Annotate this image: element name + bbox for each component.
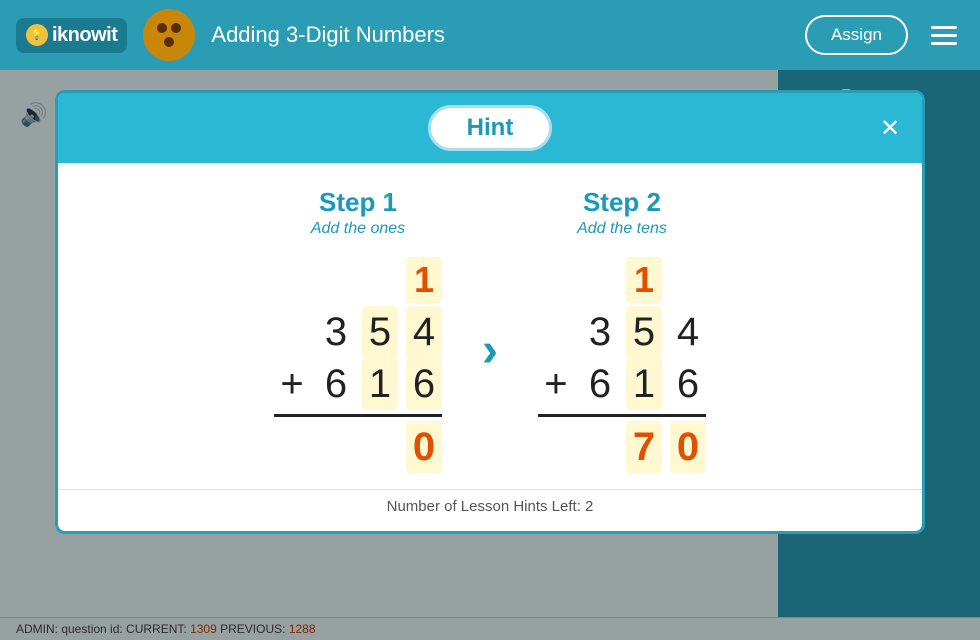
top-ones: 4	[406, 306, 442, 358]
result-row-2: 7 0	[538, 421, 706, 473]
carry-tens-placeholder	[362, 254, 398, 306]
top-tens: 5	[362, 306, 398, 358]
avatar-dot	[157, 23, 167, 33]
avatar-dots	[157, 23, 181, 47]
hamburger-line	[931, 42, 957, 45]
bottom2-ones: 6	[670, 358, 706, 410]
carry2-tens: 1	[626, 257, 662, 304]
step2-math: 1 3 5 4 + 6 1	[538, 254, 706, 473]
carry-ones: 1	[406, 257, 442, 304]
step2-title: Step 2	[583, 187, 661, 218]
math-line	[274, 414, 442, 417]
chevron-right-icon: ›	[482, 323, 498, 378]
modal-overlay: Hint ✕ Step 1 Add the ones 1	[0, 70, 980, 640]
plus-sign: +	[274, 358, 310, 410]
top2-ones: 4	[670, 306, 706, 358]
result2-ones: 0	[670, 421, 706, 473]
result-tens-blank	[362, 421, 398, 473]
logo-wrap: 💡 iknowit	[16, 18, 127, 53]
step1-block: Step 1 Add the ones 1 3 5	[274, 187, 442, 473]
bottom-hundreds: 6	[318, 358, 354, 410]
hints-remaining-text: Number of Lesson Hints Left: 2	[387, 498, 594, 515]
result2-tens: 7	[626, 421, 662, 473]
bottom2-tens: 1	[626, 358, 662, 410]
hamburger-menu-button[interactable]	[924, 15, 964, 55]
logo-lightbulb-icon: 💡	[26, 24, 48, 46]
step2-subtitle: Add the tens	[577, 220, 667, 238]
logo-box: 💡 iknowit	[16, 18, 127, 53]
step1-title: Step 1	[319, 187, 397, 218]
modal-footer: Number of Lesson Hints Left: 2	[58, 489, 922, 531]
carry-row-2: 1	[538, 254, 706, 306]
main-area: 🔊 354 + 616 = Progress 3/15 Hint ✕	[0, 70, 980, 640]
modal-body: Step 1 Add the ones 1 3 5	[58, 163, 922, 489]
bottom2-hundreds: 6	[582, 358, 618, 410]
assign-button[interactable]: Assign	[805, 15, 908, 55]
bottom-number-row-2: + 6 1 6	[538, 358, 706, 410]
carry-hundreds-placeholder	[318, 254, 354, 306]
top-number-row: 3 5 4	[274, 306, 442, 358]
result-ones: 0	[406, 421, 442, 473]
carry2-ones-placeholder	[670, 254, 706, 306]
carry-row: 1	[274, 254, 442, 306]
logo-text: iknowit	[52, 24, 117, 47]
avatar	[143, 9, 195, 61]
step1-subtitle: Add the ones	[311, 220, 405, 238]
avatar-dot	[164, 37, 174, 47]
top2-hundreds: 3	[582, 306, 618, 358]
step1-math: 1 3 5 4 + 6 1 6	[274, 254, 442, 473]
result2-hundreds-blank	[582, 421, 618, 473]
top2-tens: 5	[626, 306, 662, 358]
bottom-tens: 1	[362, 358, 398, 410]
hamburger-line	[931, 26, 957, 29]
hamburger-line	[931, 34, 957, 37]
header: 💡 iknowit Adding 3-Digit Numbers Assign	[0, 0, 980, 70]
plus-sign-2: +	[538, 358, 574, 410]
hint-badge: Hint	[428, 105, 553, 151]
bottom-number-row: + 6 1 6	[274, 358, 442, 410]
result-row: 0	[274, 421, 442, 473]
top-number-row-2: 3 5 4	[538, 306, 706, 358]
lesson-title: Adding 3-Digit Numbers	[211, 22, 805, 48]
result-hundreds-blank	[318, 421, 354, 473]
math-line-2	[538, 414, 706, 417]
hint-modal: Hint ✕ Step 1 Add the ones 1	[55, 90, 925, 534]
modal-header: Hint ✕	[58, 93, 922, 163]
step2-block: Step 2 Add the tens 1 3 5	[538, 187, 706, 473]
carry2-hundreds-placeholder	[582, 254, 618, 306]
bottom-ones: 6	[406, 358, 442, 410]
avatar-dot	[171, 23, 181, 33]
close-button[interactable]: ✕	[874, 112, 906, 144]
top-hundreds: 3	[318, 306, 354, 358]
